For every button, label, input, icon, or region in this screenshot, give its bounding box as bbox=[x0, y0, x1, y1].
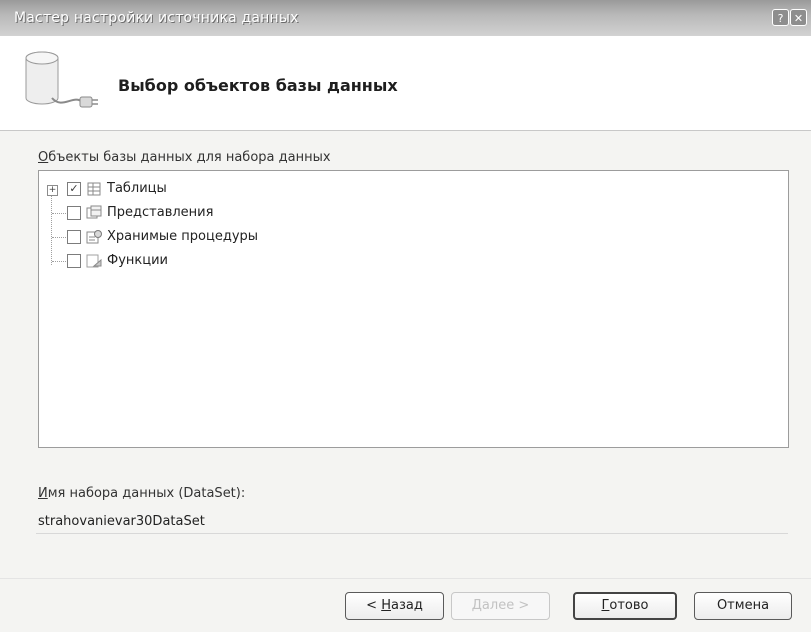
view-icon bbox=[86, 205, 102, 219]
functions-checkbox[interactable] bbox=[67, 254, 81, 268]
close-button[interactable]: ✕ bbox=[790, 9, 807, 26]
page-title: Выбор объектов базы данных bbox=[118, 76, 398, 95]
tree-item-functions[interactable]: Функции bbox=[39, 253, 439, 273]
tree-connector bbox=[52, 213, 66, 214]
wizard-window: Мастер настройки источника данных ? ✕ Вы… bbox=[0, 0, 811, 632]
tables-checkbox[interactable]: ✓ bbox=[67, 182, 81, 196]
objects-label: Объекты базы данных для набора данных bbox=[38, 150, 331, 165]
stored-procedures-checkbox[interactable] bbox=[67, 230, 81, 244]
function-icon bbox=[86, 254, 102, 268]
header-panel: Выбор объектов базы данных bbox=[0, 36, 811, 131]
title-bar: Мастер настройки источника данных ? ✕ bbox=[0, 0, 811, 36]
cancel-button[interactable]: Отмена bbox=[694, 592, 792, 620]
tree-connector bbox=[52, 237, 66, 238]
stored-procedure-icon bbox=[86, 230, 102, 244]
tables-label: Таблицы bbox=[107, 181, 167, 196]
stored-procedures-label: Хранимые процедуры bbox=[107, 229, 259, 244]
objects-label-access-key: О bbox=[38, 150, 49, 165]
dataset-name-label: Имя набора данных (DataSet): bbox=[38, 486, 245, 501]
finish-button[interactable]: Готово bbox=[573, 592, 677, 620]
dataset-name-field[interactable] bbox=[36, 510, 788, 534]
tree-connector bbox=[52, 261, 66, 262]
tree-item-stored-procedures[interactable]: Хранимые процедуры bbox=[39, 229, 439, 249]
database-objects-tree[interactable]: + ✓ Таблицы Представления Хранимые проце… bbox=[38, 170, 789, 448]
finish-button-text: отово bbox=[609, 598, 649, 613]
next-button[interactable]: Далее > bbox=[451, 592, 550, 620]
views-label: Представления bbox=[107, 205, 214, 220]
window-title: Мастер настройки источника данных bbox=[14, 10, 299, 26]
back-button-prefix: < bbox=[366, 598, 382, 613]
objects-label-text: бъекты базы данных для набора данных bbox=[48, 150, 331, 165]
views-checkbox[interactable] bbox=[67, 206, 81, 220]
divider bbox=[0, 578, 811, 579]
tree-item-views[interactable]: Представления bbox=[39, 205, 439, 225]
dataset-label-text: мя набора данных (DataSet): bbox=[47, 486, 246, 501]
back-button-access-key: Н bbox=[381, 598, 391, 613]
expand-icon[interactable]: + bbox=[47, 185, 58, 196]
table-icon bbox=[87, 182, 101, 196]
functions-label: Функции bbox=[107, 253, 168, 268]
back-button-text: азад bbox=[390, 598, 423, 613]
help-button[interactable]: ? bbox=[772, 9, 789, 26]
database-connect-icon bbox=[25, 51, 98, 108]
tree-item-tables[interactable]: + ✓ Таблицы bbox=[39, 181, 439, 201]
back-button[interactable]: < Назад bbox=[345, 592, 444, 620]
dataset-label-access-key: И bbox=[38, 486, 48, 501]
